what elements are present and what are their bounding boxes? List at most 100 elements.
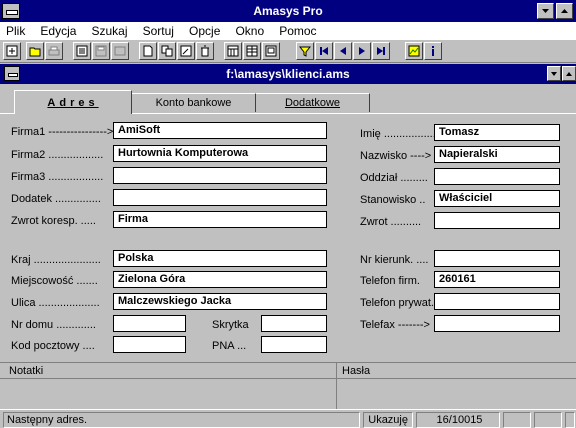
field-firma2[interactable]: Hurtownia Komputerowa xyxy=(113,145,327,162)
printer-icon xyxy=(48,46,60,56)
field-telefon-firm[interactable]: 260161 xyxy=(434,271,560,288)
field-dodatek[interactable] xyxy=(113,189,327,206)
field-imie[interactable]: Tomasz xyxy=(434,124,560,141)
label-kod-pocztowy: Kod pocztowy .... xyxy=(11,340,95,352)
disk-icon xyxy=(95,45,107,57)
label-miejscowosc: Miejscowość ....... xyxy=(11,275,98,287)
last-record-button[interactable] xyxy=(372,42,390,60)
field-nr-kierunk[interactable] xyxy=(434,250,560,267)
new-document-icon xyxy=(143,45,153,57)
field-kraj[interactable]: Polska xyxy=(113,250,327,267)
field-stanowisko[interactable]: Właściciel xyxy=(434,190,560,207)
passwords-label: Hasła xyxy=(342,365,371,377)
menu-szukaj[interactable]: Szukaj xyxy=(92,24,128,38)
field-zwrot-koresp[interactable]: Firma xyxy=(113,211,327,228)
label-skrytka: Skrytka xyxy=(212,319,249,331)
calendar-button[interactable] xyxy=(224,42,242,60)
info-button[interactable] xyxy=(424,42,442,60)
filter-icon xyxy=(299,46,311,57)
field-miejscowosc[interactable]: Zielona Góra xyxy=(113,271,327,288)
label-dodatek: Dodatek ............... xyxy=(11,193,101,205)
status-mode: Ukazuję xyxy=(363,412,413,428)
undo-icon xyxy=(114,46,126,56)
first-record-button[interactable] xyxy=(315,42,333,60)
menu-okno[interactable]: Okno xyxy=(235,24,264,38)
toolbar xyxy=(0,40,576,63)
form-area: Firma1 ----------------> AmiSoft Firma2 … xyxy=(0,114,576,362)
save-record-button[interactable] xyxy=(92,42,110,60)
field-firma1[interactable]: AmiSoft xyxy=(113,122,327,139)
label-telefax: Telefax -------> xyxy=(360,319,430,331)
label-telefon-prywat: Telefon prywat. xyxy=(360,297,434,309)
copy-record-button[interactable] xyxy=(158,42,176,60)
field-pna[interactable] xyxy=(261,336,327,353)
label-pna: PNA ... xyxy=(212,340,247,352)
tab-dodatkowe[interactable]: Dodatkowe xyxy=(256,93,370,112)
field-nazwisko[interactable]: Napieralski xyxy=(434,146,560,163)
field-telefax[interactable] xyxy=(434,315,560,332)
chart-button[interactable] xyxy=(405,42,423,60)
tab-adres-label: Adres xyxy=(47,96,99,109)
menu-sortuj[interactable]: Sortuj xyxy=(143,24,174,38)
label-zwrot: Zwrot .......... xyxy=(360,216,422,228)
field-nr-domu[interactable] xyxy=(113,315,186,332)
arrow-down-icon xyxy=(542,9,549,13)
app-title: Amasys Pro xyxy=(253,4,323,18)
tab-konto-bankowe-label: Konto bankowe xyxy=(155,97,232,109)
form-view-button[interactable] xyxy=(73,42,91,60)
minimize-button[interactable] xyxy=(537,3,554,19)
label-firma2: Firma2 .................. xyxy=(11,149,104,161)
maximize-button[interactable] xyxy=(556,3,573,19)
list-view-button[interactable] xyxy=(243,42,261,60)
new-record-button[interactable] xyxy=(139,42,157,60)
menu-bar: Plik Edycja Szukaj Sortuj Opcje Okno Pom… xyxy=(0,22,576,40)
field-zwrot[interactable] xyxy=(434,212,560,229)
label-firma3: Firma3 .................. xyxy=(11,171,104,183)
status-bar: Następny adres. Ukazuję 16/10015 xyxy=(0,409,576,428)
edit-icon xyxy=(180,45,192,57)
document-title: f:\amasys\klienci.ams xyxy=(226,67,350,81)
arrow-up-icon xyxy=(566,72,572,76)
document-maximize-button[interactable] xyxy=(562,66,576,81)
form-icon xyxy=(76,45,88,57)
menu-opcje[interactable]: Opcje xyxy=(189,24,220,38)
status-extra-3 xyxy=(565,412,575,428)
document-minimize-button[interactable] xyxy=(547,66,561,81)
label-imie: Imię .................. xyxy=(360,128,439,140)
field-ulica[interactable]: Malczewskiego Jacka xyxy=(113,293,327,310)
tab-konto-bankowe[interactable]: Konto bankowe xyxy=(132,93,256,112)
field-kod-pocztowy[interactable] xyxy=(113,336,186,353)
status-record: 16/10015 xyxy=(416,412,500,428)
delete-record-button[interactable] xyxy=(196,42,214,60)
arrow-up-icon xyxy=(561,9,568,13)
info-icon xyxy=(432,46,434,56)
previous-record-button[interactable] xyxy=(334,42,352,60)
label-stanowisko: Stanowisko .. xyxy=(360,194,426,206)
field-firma3[interactable] xyxy=(113,167,327,184)
notes-header xyxy=(0,363,576,379)
copy-icon xyxy=(161,45,173,57)
notes-label: Notatki xyxy=(9,365,44,377)
field-oddzial[interactable] xyxy=(434,168,560,185)
disabled-button[interactable] xyxy=(111,42,129,60)
label-zwrot-koresp: Zwrot koresp. ..... xyxy=(11,215,96,227)
field-skrytka[interactable] xyxy=(261,315,327,332)
menu-edycja[interactable]: Edycja xyxy=(40,24,76,38)
open-button[interactable] xyxy=(26,42,44,60)
field-telefon-prywat[interactable] xyxy=(434,293,560,310)
status-message: Następny adres. xyxy=(3,412,360,428)
window-button[interactable] xyxy=(262,42,280,60)
notes-text-area[interactable] xyxy=(0,380,336,409)
exit-button[interactable] xyxy=(3,42,21,60)
menu-plik[interactable]: Plik xyxy=(6,24,25,38)
label-firma1: Firma1 ----------------> xyxy=(11,126,114,138)
filter-button[interactable] xyxy=(296,42,314,60)
passwords-text-area[interactable] xyxy=(337,380,576,409)
next-record-button[interactable] xyxy=(353,42,371,60)
label-nazwisko: Nazwisko ----> xyxy=(360,150,432,162)
notes-panel: Notatki Hasła xyxy=(0,362,576,409)
menu-pomoc[interactable]: Pomoc xyxy=(279,24,316,38)
tab-adres[interactable]: Adres xyxy=(14,90,132,114)
print-button[interactable] xyxy=(45,42,63,60)
edit-record-button[interactable] xyxy=(177,42,195,60)
